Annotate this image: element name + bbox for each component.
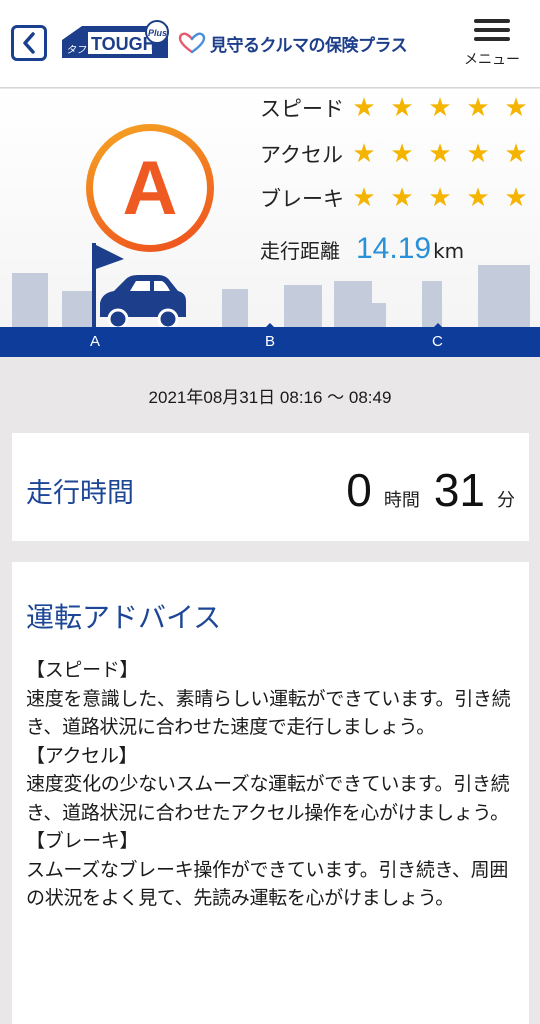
rating-label: スピード	[260, 97, 344, 121]
advice-text-brake: スムーズなブレーキ操作ができています。引き続き、周囲の状況をよく見て、先読み運転…	[26, 858, 509, 910]
road-bar: A B C	[0, 327, 540, 357]
distance-readout: 走行距離 14.19 km	[260, 232, 464, 272]
logo-badge-text: Plus	[148, 28, 167, 38]
back-button[interactable]	[11, 25, 47, 61]
tagline-text: 見守るクルマの保険プラス	[210, 35, 408, 56]
star-icon: ★	[466, 93, 490, 123]
advice-heading-accel: 【アクセル】	[26, 744, 138, 767]
star-rating: ★ ★ ★ ★ ★	[348, 185, 532, 211]
star-icon: ★	[504, 183, 528, 213]
grade-letter: A	[93, 131, 207, 245]
rating-label: アクセル	[260, 143, 343, 167]
star-icon: ★	[390, 93, 414, 123]
drive-time-values: 0 時間 31 分	[346, 463, 515, 517]
drive-time-title: 走行時間	[26, 478, 134, 509]
hours-value: 0	[346, 464, 372, 516]
star-icon: ★	[428, 93, 452, 123]
road-label-c: C	[432, 333, 443, 350]
advice-text-accel: 速度変化の少ないスムーズな運転ができています。引き続き、道路状況に合わせたアクセ…	[26, 773, 510, 824]
logo-text: TOUGH	[91, 34, 156, 54]
star-icon: ★	[428, 139, 452, 169]
advice-heading-brake: 【ブレーキ】	[26, 830, 139, 852]
star-icon: ★	[352, 139, 376, 169]
star-icon: ★	[504, 93, 528, 123]
star-rating: ★ ★ ★ ★ ★	[348, 141, 532, 167]
chevron-left-icon	[23, 32, 35, 54]
star-icon: ★	[466, 139, 490, 169]
distance-unit: km	[433, 239, 465, 263]
menu-button[interactable]: メニュー	[460, 16, 524, 76]
tough-logo: タフ TOUGH Plus	[60, 20, 172, 62]
rating-speed: スピード ★ ★ ★ ★ ★	[260, 93, 532, 123]
star-rating: ★ ★ ★ ★ ★	[348, 95, 532, 121]
advice-card: 運転アドバイス 【スピード】 速度を意識した、素晴らしい運転ができています。引き…	[12, 562, 529, 1024]
distance-label: 走行距離	[260, 239, 340, 263]
minutes-unit: 分	[497, 490, 515, 511]
minutes-value: 31	[433, 464, 485, 516]
star-icon: ★	[352, 93, 376, 123]
rating-accel: アクセル ★ ★ ★ ★ ★	[260, 139, 532, 169]
star-icon: ★	[504, 139, 528, 169]
star-icon: ★	[466, 183, 490, 213]
advice-heading-speed: 【スピード】	[26, 659, 139, 681]
grade-badge: A	[86, 124, 214, 252]
star-icon: ★	[390, 183, 414, 213]
menu-label: メニュー	[464, 52, 520, 68]
car-icon	[100, 275, 186, 329]
score-panel: A スピード ★ ★ ★ ★ ★ アクセル ★ ★ ★ ★ ★ ブレーキ ★ ★…	[0, 89, 540, 357]
logo-small-text: タフ	[66, 44, 87, 56]
star-icon: ★	[352, 183, 376, 213]
star-icon: ★	[390, 139, 414, 169]
star-icon: ★	[428, 183, 452, 213]
hamburger-icon	[474, 16, 510, 41]
advice-body: 【スピード】 速度を意識した、素晴らしい運転ができています。引き続き、道路状況に…	[26, 656, 515, 913]
tagline: 見守るクルマの保険プラス	[178, 30, 408, 56]
road-label-b: B	[265, 333, 276, 350]
trip-datetime: 2021年08月31日 08:16 〜 08:49	[148, 388, 392, 407]
rating-brake: ブレーキ ★ ★ ★ ★ ★	[260, 183, 532, 213]
heart-icon	[178, 32, 206, 54]
advice-text-speed: 速度を意識した、素晴らしい運転ができています。引き続き、道路状況に合わせた速度で…	[26, 687, 511, 739]
distance-value: 14.19	[356, 232, 432, 265]
road-label-a: A	[90, 333, 101, 350]
rating-label: ブレーキ	[260, 187, 344, 211]
hours-unit: 時間	[383, 490, 420, 511]
app-header: タフ TOUGH Plus 見守るクルマの保険プラス メニュー	[0, 0, 540, 88]
advice-title: 運転アドバイス	[26, 601, 222, 634]
drive-time-card: 走行時間 0 時間 31 分	[12, 433, 529, 541]
